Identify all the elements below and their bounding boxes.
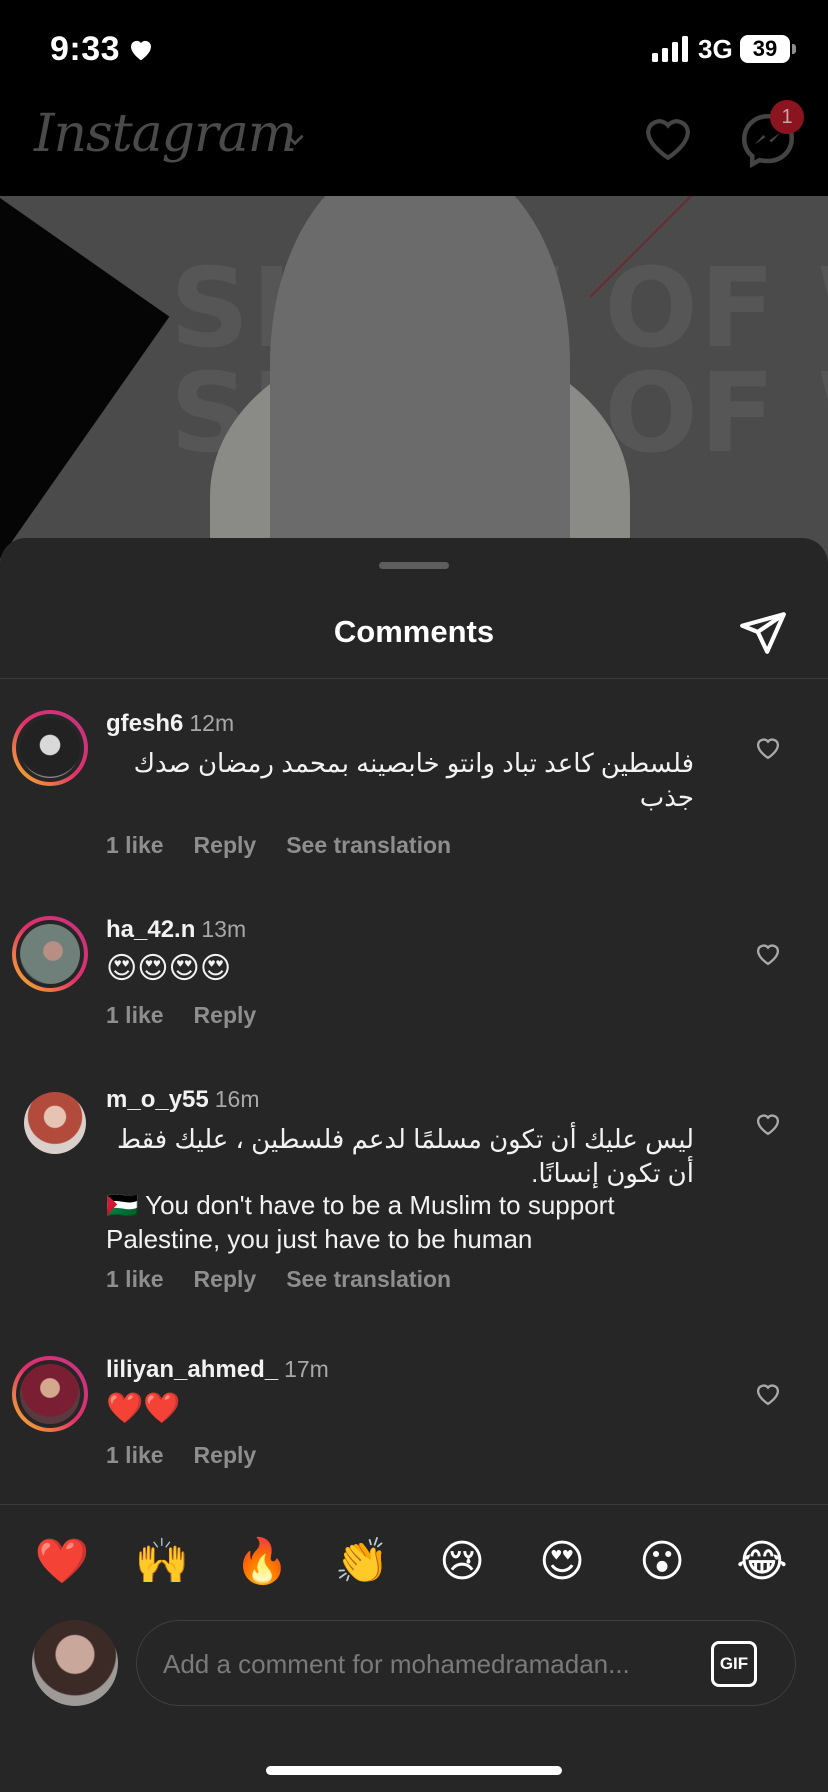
like-count[interactable]: 1 like (106, 1442, 164, 1468)
comment-text-english: 🇵🇸 You don't have to be a Muslim to supp… (106, 1190, 615, 1254)
instagram-logo[interactable]: Instagram (34, 104, 297, 164)
avatar-photo (20, 718, 80, 778)
avatar-photo (20, 1364, 80, 1424)
battery-level: 39 (740, 35, 790, 63)
comment-actions: 1 like Reply See translation (106, 1266, 481, 1293)
reaction-surprised[interactable]: 😮 (632, 1532, 692, 1592)
current-user-avatar (32, 1620, 118, 1706)
reaction-clap[interactable]: 👏 (332, 1532, 392, 1592)
status-time: 9:33 (50, 30, 121, 68)
avatar[interactable] (12, 916, 88, 992)
comment-text: 😍😍😍😍 (106, 952, 232, 985)
comment-text: ❤️❤️ (106, 1392, 181, 1425)
reply-button[interactable]: Reply (194, 832, 257, 858)
like-heart-icon[interactable] (754, 1110, 782, 1138)
see-translation-button[interactable]: See translation (286, 1266, 451, 1292)
quick-reactions-bar: ❤️ 🙌 🔥 👏 😢 😍 😮 😂 (0, 1532, 828, 1592)
avatar[interactable] (12, 710, 88, 786)
post-image: SHOW OF WEEKSHOW OF WEEK (0, 196, 828, 576)
comment-time: 13m (201, 916, 247, 942)
status-bar: 9:33 3G 39 (0, 0, 828, 100)
post-person-head (270, 196, 570, 576)
like-count[interactable]: 1 like (106, 832, 164, 858)
comment-username[interactable]: liliyan_ahmed_ 17m (106, 1356, 329, 1384)
notification-badge: 1 (770, 100, 804, 134)
battery-icon (792, 44, 796, 54)
like-heart-icon[interactable] (754, 734, 782, 762)
gif-button[interactable]: GIF (711, 1641, 757, 1687)
divider (0, 1504, 828, 1505)
comment-actions: 1 like Reply (106, 1002, 286, 1029)
like-heart-icon[interactable] (754, 940, 782, 968)
comment-username[interactable]: m_o_y55 16m (106, 1086, 260, 1114)
home-indicator (266, 1766, 562, 1775)
comment-text: فلسطين كاعد تباد وانتو خابصينه بمحمد رمض… (133, 748, 694, 812)
avatar[interactable] (24, 1092, 86, 1154)
reaction-laugh[interactable]: 😂 (732, 1532, 792, 1592)
comment-text: ليس عليك أن تكون مسلمًا لدعم فلسطين ، عل… (116, 1124, 694, 1188)
reaction-heart[interactable]: ❤️ (32, 1532, 92, 1592)
sheet-title: Comments (333, 614, 495, 649)
like-heart-icon[interactable] (754, 1380, 782, 1408)
like-count[interactable]: 1 like (106, 1266, 164, 1292)
send-icon[interactable] (738, 608, 788, 658)
comment-time: 17m (284, 1356, 329, 1382)
see-translation-button[interactable]: See translation (286, 832, 451, 858)
post-dark-corner (0, 196, 170, 576)
avatar[interactable] (12, 1356, 88, 1432)
reply-button[interactable]: Reply (194, 1442, 257, 1468)
reaction-cry[interactable]: 😢 (432, 1532, 492, 1592)
comment-actions: 1 like Reply (106, 1442, 286, 1469)
reaction-heart-eyes[interactable]: 😍 (532, 1532, 592, 1592)
comment-input[interactable] (161, 1643, 685, 1685)
app-header: Instagram 1 (0, 100, 828, 196)
activity-heart-icon[interactable] (640, 110, 696, 166)
sheet-grabber[interactable] (379, 562, 449, 569)
reply-button[interactable]: Reply (194, 1002, 257, 1028)
divider (0, 678, 828, 679)
chevron-down-icon[interactable] (282, 126, 308, 152)
heart-icon (131, 40, 151, 61)
comment-username[interactable]: ha_42.n 13m (106, 916, 246, 944)
like-count[interactable]: 1 like (106, 1002, 164, 1028)
comment-time: 16m (214, 1086, 260, 1112)
comment-username[interactable]: gfesh6 12m (106, 710, 234, 738)
reaction-raised-hands[interactable]: 🙌 (132, 1532, 192, 1592)
comments-sheet: Comments gfesh6 12m فلسطين كاعد تباد وانت… (0, 538, 828, 1792)
signal-icon (652, 36, 688, 62)
comment-actions: 1 like Reply See translation (106, 832, 481, 859)
comment-composer: GIF (136, 1620, 796, 1706)
comment-time: 12m (189, 710, 235, 736)
avatar-photo (20, 924, 80, 984)
reaction-fire[interactable]: 🔥 (232, 1532, 292, 1592)
network-type: 3G (698, 34, 733, 64)
reply-button[interactable]: Reply (194, 1266, 257, 1292)
